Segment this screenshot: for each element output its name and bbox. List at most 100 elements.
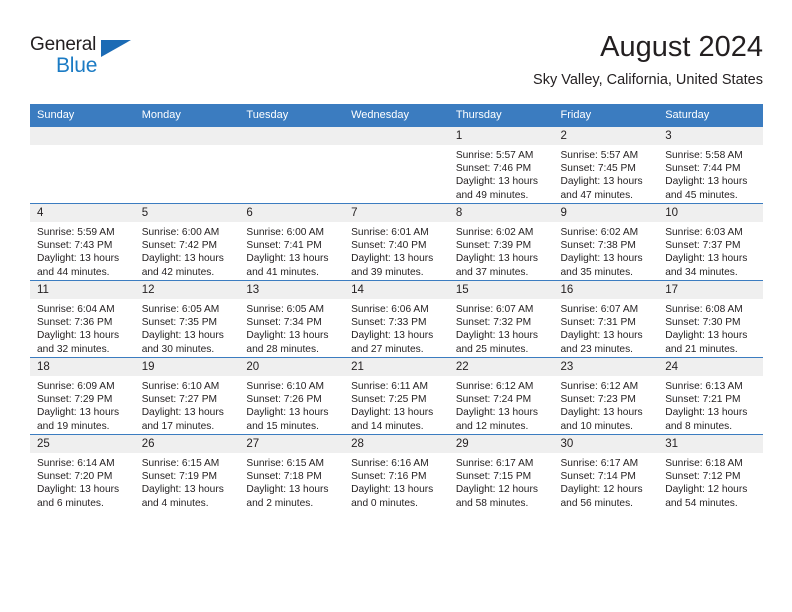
daylight-text: Daylight: 13 hours and 27 minutes.	[351, 330, 434, 355]
calendar-day-cell[interactable]: 21 Sunrise: 6:11 AM Sunset: 7:25 PM Dayligh…	[344, 357, 449, 435]
sunrise-text: Sunrise: 6:11 AM	[351, 381, 428, 392]
calendar-day-cell[interactable]: 20 Sunrise: 6:10 AM Sunset: 7:26 PM Dayligh…	[239, 357, 345, 435]
calendar-day-cell[interactable]: 28 Sunrise: 6:16 AM Sunset: 7:16 PM Dayligh…	[344, 434, 449, 511]
calendar-day-cell[interactable]: 12 Sunrise: 6:05 AM Sunset: 7:35 PM Dayligh…	[134, 280, 240, 358]
logo-text-general: General	[30, 34, 97, 55]
sunrise-text: Sunrise: 6:17 AM	[455, 458, 534, 469]
sunrise-text: Sunrise: 6:00 AM	[246, 227, 324, 238]
day-details: Sunrise: 5:57 AM Sunset: 7:46 PM Daylight:…	[449, 145, 554, 202]
sunrise-text: Sunrise: 6:15 AM	[141, 458, 220, 469]
day-number: 12	[134, 281, 240, 299]
day-details: Sunrise: 5:59 AM Sunset: 7:43 PM Daylight:…	[30, 222, 135, 279]
day-number: 27	[239, 435, 345, 453]
sunrise-text: Sunrise: 6:06 AM	[351, 304, 429, 315]
calendar-day-cell-empty	[239, 126, 345, 204]
weekday-header-thursday: Thursday	[448, 104, 554, 127]
calendar-day-cell[interactable]: 16 Sunrise: 6:07 AM Sunset: 7:31 PM Dayligh…	[553, 280, 659, 358]
day-details: Sunrise: 6:06 AM Sunset: 7:33 PM Daylight:…	[344, 299, 449, 356]
day-details: Sunrise: 6:05 AM Sunset: 7:35 PM Daylight:…	[135, 299, 240, 356]
calendar-day-cell[interactable]: 9 Sunrise: 6:02 AM Sunset: 7:38 PM Daylight…	[553, 203, 659, 281]
calendar-day-cell[interactable]: 29 Sunrise: 6:17 AM Sunset: 7:15 PM Dayligh…	[448, 434, 554, 511]
day-number: 21	[344, 358, 449, 376]
day-number	[134, 127, 240, 145]
day-details: Sunrise: 6:01 AM Sunset: 7:40 PM Daylight:…	[344, 222, 449, 279]
calendar-day-cell[interactable]: 11 Sunrise: 6:04 AM Sunset: 7:36 PM Dayligh…	[30, 280, 135, 358]
sunset-text: Sunset: 7:26 PM	[246, 394, 322, 406]
general-blue-logo[interactable]: General Blue	[30, 34, 160, 80]
sunset-text: Sunset: 7:44 PM	[665, 163, 741, 175]
calendar-day-cell[interactable]: 23 Sunrise: 6:12 AM Sunset: 7:23 PM Dayligh…	[553, 357, 659, 435]
day-number: 11	[30, 281, 135, 299]
calendar-header-row: Sunday Monday Tuesday Wednesday Thursday…	[30, 104, 763, 127]
calendar-day-cell[interactable]: 5 Sunrise: 6:00 AM Sunset: 7:42 PM Daylight…	[134, 203, 240, 281]
calendar-day-cell[interactable]: 15 Sunrise: 6:07 AM Sunset: 7:32 PM Dayligh…	[448, 280, 554, 358]
daylight-text: Daylight: 13 hours and 42 minutes.	[141, 253, 224, 278]
calendar-day-cell[interactable]: 24 Sunrise: 6:13 AM Sunset: 7:21 PM Dayligh…	[658, 357, 763, 435]
sunrise-text: Sunrise: 5:59 AM	[37, 227, 115, 238]
sunrise-text: Sunrise: 6:07 AM	[455, 304, 534, 315]
day-number: 17	[658, 281, 763, 299]
calendar-week-row: 25 Sunrise: 6:14 AM Sunset: 7:20 PM Dayligh…	[30, 434, 763, 511]
calendar-day-cell[interactable]: 3 Sunrise: 5:58 AM Sunset: 7:44 PM Daylight…	[658, 126, 763, 204]
weekday-header-sunday: Sunday	[30, 104, 135, 127]
sunrise-text: Sunrise: 5:58 AM	[665, 150, 743, 161]
page-title: August 2024	[600, 31, 763, 63]
day-details: Sunrise: 6:09 AM Sunset: 7:29 PM Daylight:…	[30, 376, 135, 433]
daylight-text: Daylight: 13 hours and 23 minutes.	[560, 330, 643, 355]
calendar-week-row: 1 Sunrise: 5:57 AM Sunset: 7:46 PM Daylight…	[30, 126, 763, 204]
sunrise-text: Sunrise: 6:18 AM	[665, 458, 743, 469]
sunset-text: Sunset: 7:20 PM	[37, 471, 113, 483]
daylight-text: Daylight: 13 hours and 37 minutes.	[455, 253, 538, 278]
calendar-day-cell[interactable]: 18 Sunrise: 6:09 AM Sunset: 7:29 PM Dayligh…	[30, 357, 135, 435]
day-details: Sunrise: 6:15 AM Sunset: 7:18 PM Daylight:…	[239, 453, 344, 510]
calendar-day-cell[interactable]: 27 Sunrise: 6:15 AM Sunset: 7:18 PM Dayligh…	[239, 434, 345, 511]
day-details: Sunrise: 6:10 AM Sunset: 7:27 PM Daylight:…	[135, 376, 240, 433]
day-number	[344, 127, 449, 145]
sunrise-text: Sunrise: 6:08 AM	[665, 304, 743, 315]
calendar-day-cell[interactable]: 30 Sunrise: 6:17 AM Sunset: 7:14 PM Dayligh…	[553, 434, 659, 511]
calendar-day-cell[interactable]: 6 Sunrise: 6:00 AM Sunset: 7:41 PM Daylight…	[239, 203, 345, 281]
calendar-day-cell[interactable]: 22 Sunrise: 6:12 AM Sunset: 7:24 PM Dayligh…	[448, 357, 554, 435]
sunset-text: Sunset: 7:19 PM	[141, 471, 218, 483]
day-number: 2	[553, 127, 659, 145]
sunrise-text: Sunrise: 6:13 AM	[665, 381, 743, 392]
calendar-day-cell[interactable]: 17 Sunrise: 6:08 AM Sunset: 7:30 PM Dayligh…	[658, 280, 763, 358]
daylight-text: Daylight: 13 hours and 30 minutes.	[141, 330, 224, 355]
daylight-text: Daylight: 13 hours and 35 minutes.	[560, 253, 643, 278]
sunrise-text: Sunrise: 6:07 AM	[560, 304, 639, 315]
daylight-text: Daylight: 13 hours and 32 minutes.	[37, 330, 120, 355]
calendar-day-cell[interactable]: 2 Sunrise: 5:57 AM Sunset: 7:45 PM Daylight…	[553, 126, 659, 204]
weekday-header-tuesday: Tuesday	[239, 104, 345, 127]
calendar-day-cell[interactable]: 13 Sunrise: 6:05 AM Sunset: 7:34 PM Dayligh…	[239, 280, 345, 358]
page-subtitle: Sky Valley, California, United States	[533, 72, 763, 88]
sunset-text: Sunset: 7:21 PM	[665, 394, 741, 406]
daylight-text: Daylight: 13 hours and 12 minutes.	[455, 407, 538, 432]
day-number: 22	[448, 358, 554, 376]
sunset-text: Sunset: 7:41 PM	[246, 240, 322, 252]
calendar-day-cell[interactable]: 7 Sunrise: 6:01 AM Sunset: 7:40 PM Daylight…	[344, 203, 449, 281]
calendar-day-cell[interactable]: 19 Sunrise: 6:10 AM Sunset: 7:27 PM Dayligh…	[134, 357, 240, 435]
sunset-text: Sunset: 7:30 PM	[665, 317, 741, 329]
daylight-text: Daylight: 13 hours and 14 minutes.	[351, 407, 434, 432]
sunset-text: Sunset: 7:15 PM	[455, 471, 532, 483]
sunrise-text: Sunrise: 6:02 AM	[455, 227, 534, 238]
calendar-day-cell[interactable]: 10 Sunrise: 6:03 AM Sunset: 7:37 PM Dayligh…	[658, 203, 763, 281]
day-number: 6	[239, 204, 345, 222]
page-header: General Blue August 2024 Sky Valley, Cal…	[30, 30, 763, 92]
calendar-day-cell[interactable]: 26 Sunrise: 6:15 AM Sunset: 7:19 PM Dayligh…	[134, 434, 240, 511]
logo-triangle-icon	[101, 40, 131, 57]
sunrise-text: Sunrise: 6:01 AM	[351, 227, 429, 238]
calendar-day-cell[interactable]: 8 Sunrise: 6:02 AM Sunset: 7:39 PM Daylight…	[448, 203, 554, 281]
calendar-week-row: 11 Sunrise: 6:04 AM Sunset: 7:36 PM Dayligh…	[30, 280, 763, 358]
daylight-text: Daylight: 13 hours and 15 minutes.	[246, 407, 329, 432]
calendar-day-cell[interactable]: 14 Sunrise: 6:06 AM Sunset: 7:33 PM Dayligh…	[344, 280, 449, 358]
calendar-day-cell[interactable]: 25 Sunrise: 6:14 AM Sunset: 7:20 PM Dayligh…	[30, 434, 135, 511]
day-number: 20	[239, 358, 345, 376]
day-number: 14	[344, 281, 449, 299]
calendar-day-cell[interactable]: 31 Sunrise: 6:18 AM Sunset: 7:12 PM Dayligh…	[658, 434, 763, 511]
calendar-day-cell[interactable]: 1 Sunrise: 5:57 AM Sunset: 7:46 PM Daylight…	[448, 126, 554, 204]
sunset-text: Sunset: 7:25 PM	[351, 394, 427, 406]
daylight-text: Daylight: 13 hours and 10 minutes.	[560, 407, 643, 432]
calendar-day-cell[interactable]: 4 Sunrise: 5:59 AM Sunset: 7:43 PM Daylight…	[30, 203, 135, 281]
day-details: Sunrise: 6:02 AM Sunset: 7:39 PM Daylight:…	[449, 222, 554, 279]
